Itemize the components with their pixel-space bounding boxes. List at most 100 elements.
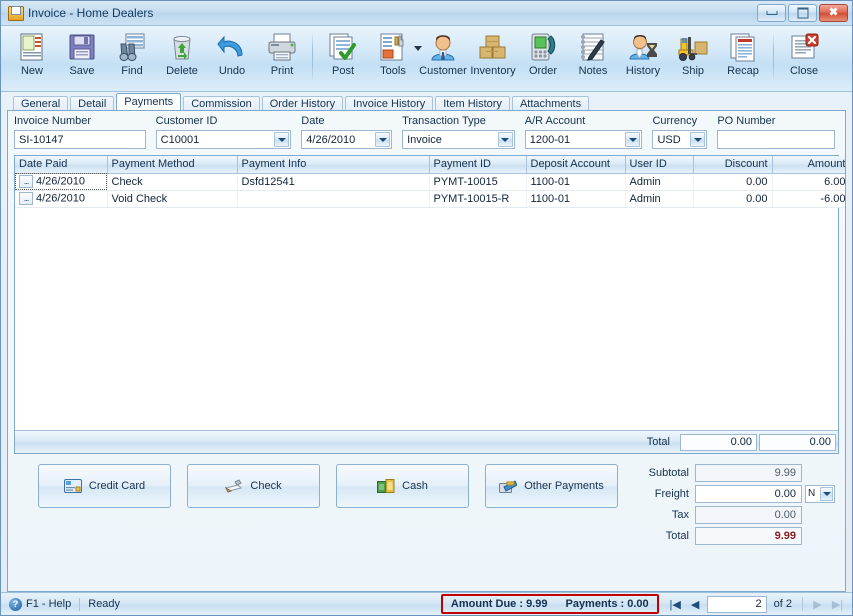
totals-panel: Subtotal 9.99 Freight 0.00 N Tax 0.00 To…	[618, 464, 839, 545]
column-header-discount[interactable]: Discount	[693, 156, 773, 174]
tab-commission[interactable]: Commission	[183, 96, 260, 111]
chevron-down-icon[interactable]	[690, 132, 706, 147]
column-header-date-paid[interactable]: Date Paid	[15, 156, 108, 174]
ar-account-combo[interactable]: 1200-01	[524, 130, 643, 149]
toolbar-button-notes[interactable]: Notes	[568, 29, 618, 77]
toolbar-button-order[interactable]: Order	[518, 29, 568, 77]
window-controls: ✖	[757, 4, 848, 22]
cell-payment-id[interactable]: PYMT-10015	[429, 173, 527, 191]
tab-order-history[interactable]: Order History	[261, 96, 344, 111]
currency-combo[interactable]: USD	[652, 130, 708, 149]
cell-user-id[interactable]: Admin	[625, 190, 694, 208]
chevron-down-icon[interactable]	[375, 132, 391, 147]
help-icon[interactable]: ?	[9, 597, 22, 611]
help-text[interactable]: F1 - Help	[26, 598, 71, 610]
toolbar-button-post[interactable]: Post	[318, 29, 368, 77]
credit-card-icon	[63, 478, 82, 494]
invoice-number-input[interactable]: SI-10147	[14, 130, 146, 149]
freight-unit-combo[interactable]: N	[805, 485, 835, 503]
toolbar-button-delete[interactable]: Delete	[157, 29, 207, 77]
tab-invoice-history[interactable]: Invoice History	[345, 96, 434, 111]
transaction-type-combo[interactable]: Invoice	[402, 130, 515, 149]
toolbar-button-customer[interactable]: Customer	[418, 29, 468, 77]
freight-value[interactable]: 0.00	[695, 485, 802, 503]
previous-record-button[interactable]: ◀	[687, 596, 704, 613]
bottom-area: Credit Card Check Cash Other Payments Su…	[8, 454, 845, 545]
date-picker-ellipsis-icon[interactable]: ...	[19, 192, 33, 205]
last-record-button[interactable]: ▶|	[829, 596, 846, 613]
cell-payment-info[interactable]: Dsfd12541	[237, 173, 430, 191]
column-header-payment-id[interactable]: Payment ID	[429, 156, 527, 174]
cell-deposit-account[interactable]: 1100-01	[526, 173, 626, 191]
column-header-user-id[interactable]: User ID	[625, 156, 694, 174]
toolbar-label: Print	[270, 65, 294, 77]
toolbar-button-print[interactable]: Print	[257, 29, 307, 77]
cell-payment-method[interactable]: Void Check	[107, 190, 238, 208]
tab-label: General	[21, 98, 61, 110]
maximize-button[interactable]	[788, 4, 817, 22]
cell-date-paid[interactable]: ... 4/26/2010	[15, 173, 108, 191]
toolbar-button-new[interactable]: New	[7, 29, 57, 77]
field-value: 4/26/2010	[306, 133, 356, 146]
chevron-down-icon[interactable]	[820, 487, 833, 501]
column-header-payment-info[interactable]: Payment Info	[237, 156, 430, 174]
button-label: Other Payments	[524, 480, 604, 492]
freight-label: Freight	[654, 488, 689, 500]
next-record-button[interactable]: ▶	[809, 596, 826, 613]
cell-date-paid[interactable]: ... 4/26/2010	[15, 190, 108, 208]
first-record-button[interactable]: |◀	[667, 596, 684, 613]
cell-payment-id[interactable]: PYMT-10015-R	[429, 190, 527, 208]
customer-person-icon	[427, 31, 459, 63]
minimize-button[interactable]	[757, 4, 786, 22]
toolbar-button-history[interactable]: History	[618, 29, 668, 77]
toolbar-label: Delete	[166, 65, 198, 77]
chevron-down-icon[interactable]	[497, 132, 513, 147]
column-header-payment-method[interactable]: Payment Method	[107, 156, 238, 174]
field-value: C10001	[160, 133, 200, 146]
column-header-amount[interactable]: Amount	[772, 156, 845, 174]
tab-general[interactable]: General	[13, 96, 69, 111]
field-po-number: PO Number	[717, 115, 835, 149]
toolbar-button-save[interactable]: Save	[57, 29, 107, 77]
cell-payment-info[interactable]	[237, 190, 430, 208]
toolbar-button-inventory[interactable]: Inventory	[468, 29, 518, 77]
toolbar-button-recap[interactable]: Recap	[718, 29, 768, 77]
tab-payments[interactable]: Payments	[116, 93, 182, 110]
record-number-input[interactable]: 2	[706, 595, 767, 613]
column-header-deposit-account[interactable]: Deposit Account	[526, 156, 626, 174]
cell-payment-method[interactable]: Check	[107, 173, 238, 191]
toolbar-button-tools[interactable]: Tools	[368, 29, 422, 77]
toolbar-button-undo[interactable]: Undo	[207, 29, 257, 77]
field-value: 1200-01	[529, 133, 571, 146]
date-picker-ellipsis-icon[interactable]: ...	[19, 175, 33, 188]
po-number-input[interactable]	[717, 130, 835, 149]
toolbar-label: Inventory	[470, 65, 516, 77]
cell-deposit-account[interactable]: 1100-01	[526, 190, 626, 208]
other-payments-button[interactable]: Other Payments	[485, 464, 618, 508]
tab-detail[interactable]: Detail	[70, 96, 115, 111]
tab-item-history[interactable]: Item History	[435, 96, 510, 111]
toolbar-button-find[interactable]: Find	[107, 29, 157, 77]
table-row[interactable]: ... 4/26/2010 Check Dsfd12541 PYMT-10015 …	[15, 173, 845, 191]
check-button[interactable]: Check	[187, 464, 320, 508]
cash-button[interactable]: Cash	[336, 464, 469, 508]
cell-discount[interactable]: 0.00	[693, 190, 773, 208]
chevron-down-icon[interactable]	[625, 132, 641, 147]
chevron-down-icon[interactable]	[274, 132, 290, 147]
date-combo[interactable]: 4/26/2010	[301, 130, 393, 149]
customer-id-combo[interactable]: C10001	[155, 130, 292, 149]
tab-attachments[interactable]: Attachments	[511, 96, 590, 111]
cell-user-id[interactable]: Admin	[625, 173, 694, 191]
table-row[interactable]: ... 4/26/2010 Void Check PYMT-10015-R 110…	[15, 190, 845, 208]
field-currency: Currency USD	[652, 115, 708, 149]
credit-card-button[interactable]: Credit Card	[38, 464, 171, 508]
toolbar-button-close[interactable]: Close	[779, 29, 829, 77]
grid-empty-area[interactable]	[15, 207, 838, 430]
toolbar-button-ship[interactable]: Ship	[668, 29, 718, 77]
tax-label: Tax	[671, 509, 689, 521]
grid-total-discount: 0.00	[680, 433, 757, 451]
cell-amount[interactable]: 6.00	[772, 173, 845, 191]
cell-discount[interactable]: 0.00	[693, 173, 773, 191]
cell-amount[interactable]: -6.00	[772, 190, 845, 208]
close-button[interactable]: ✖	[819, 4, 848, 22]
